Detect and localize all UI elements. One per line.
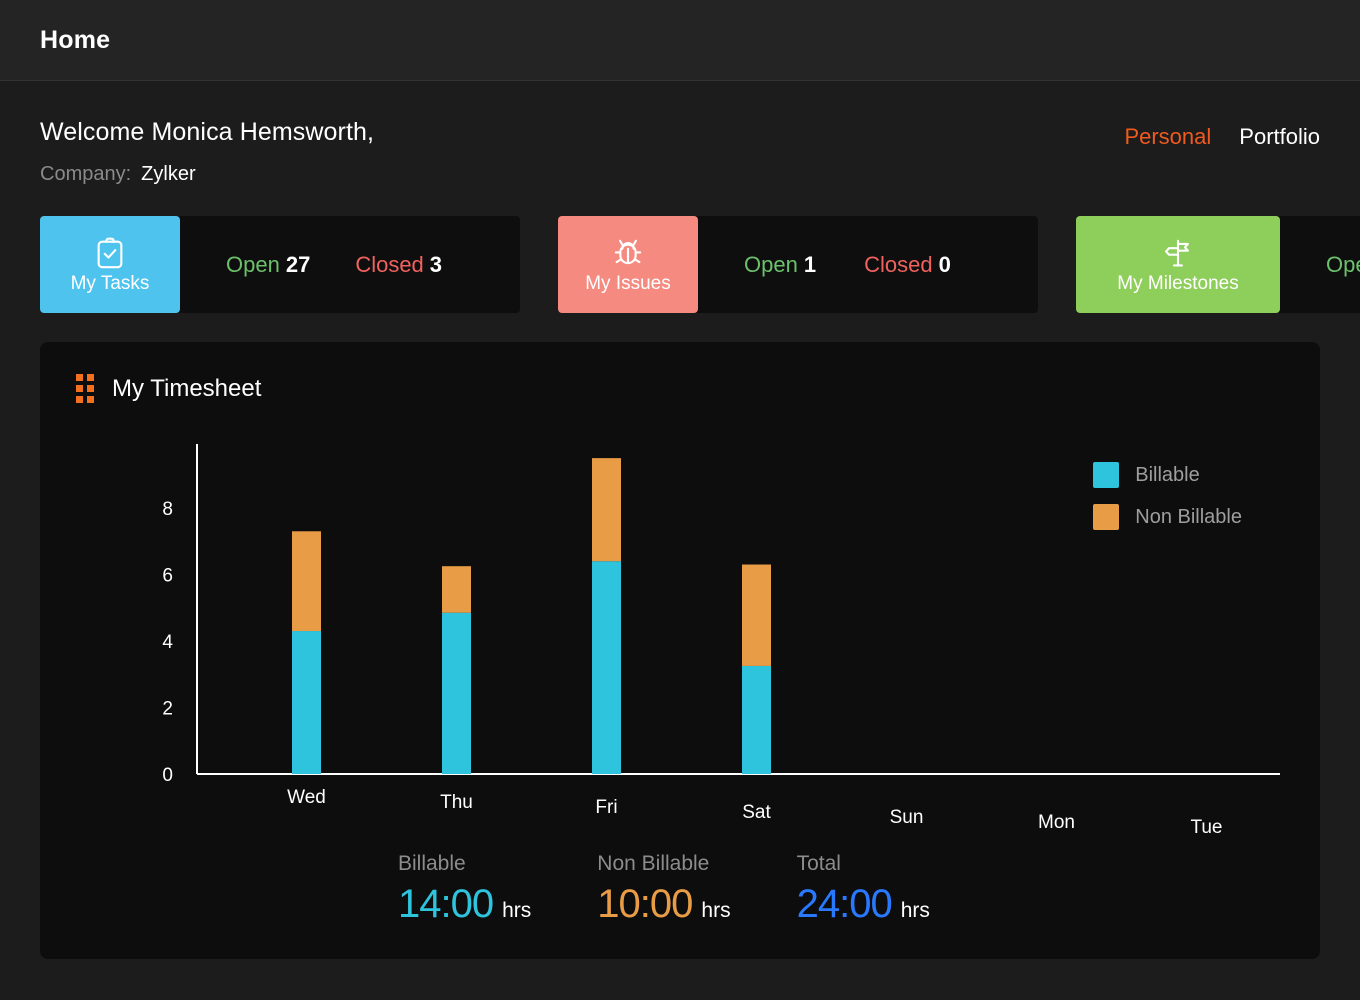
legend-label-billable: Billable [1135,464,1199,487]
total-overall-unit: hrs [901,899,930,923]
legend-item-non-billable: Non Billable [1093,504,1242,530]
card-tile-label: My Milestones [1117,272,1238,293]
card-my-issues[interactable]: My Issues Open1 Closed 0 [558,216,1038,313]
card-my-milestones[interactable]: My Milestones Open [1076,216,1360,313]
total-billable-label: Billable [398,852,531,876]
bar-segment-billable[interactable] [592,561,621,774]
y-axis-tick: 6 [162,566,173,587]
drag-grip-icon[interactable] [76,374,94,403]
legend-label-non-billable: Non Billable [1135,506,1242,529]
stat-closed-label: Closed [864,252,932,277]
total-overall-line: 24:00 hrs [797,882,930,927]
timesheet-chart: 0 2 4 6 8 Wed Thu Fri Sat Sun Mon Tue Billable Non … [40,438,1320,858]
total-billable-value: 14:00 [398,882,493,927]
timesheet-totals: Billable 14:00 hrs Non Billable 10:00 hr… [398,852,930,927]
bar-segment-billable[interactable] [742,666,771,774]
total-non-billable-value: 10:00 [597,882,692,927]
stat-closed-issues[interactable]: Closed 0 [864,252,951,278]
total-non-billable-label: Non Billable [597,852,730,876]
page-title: Home [40,26,110,55]
card-stats-my-tasks: Open27 Closed 3 [180,216,488,313]
total-non-billable: Non Billable 10:00 hrs [597,852,730,927]
view-switcher: Personal Portfolio [1124,118,1320,150]
stat-open-tasks[interactable]: Open27 [226,252,310,278]
x-axis-label: Wed [287,787,326,808]
clipboard-check-icon [93,236,127,270]
stat-open-label: Open [744,252,798,277]
summary-cards-row: My Tasks Open27 Closed3 [40,216,1360,313]
bar-segment-billable[interactable] [292,631,321,774]
x-axis-label: Thu [440,792,473,813]
x-axis-label: Sat [742,802,771,823]
x-axis-label: Tue [1190,817,1222,838]
legend-item-billable: Billable [1093,462,1242,488]
y-axis-tick: 2 [162,699,173,720]
bar-segment-non-billable[interactable] [442,566,471,613]
x-axis-label: Sun [890,807,924,828]
company-value: Zylker [141,163,195,186]
panel-header: My Timesheet [40,342,1320,403]
y-axis-tick: 0 [162,765,173,786]
total-overall-label: Total [797,852,930,876]
company-line: Company: Zylker [40,163,374,186]
stat-open-milestones[interactable]: Open [1326,252,1360,278]
panel-title: My Timesheet [112,375,261,403]
bar-segment-non-billable[interactable] [592,458,621,561]
y-axis-tick: 4 [162,632,173,653]
legend-swatch-billable [1093,462,1119,488]
total-billable: Billable 14:00 hrs [398,852,531,927]
bar-segment-billable[interactable] [442,613,471,774]
welcome-block: Welcome Monica Hemsworth, Company: Zylke… [40,118,374,186]
bar-segment-non-billable[interactable] [742,565,771,666]
stat-closed-value: 3 [430,252,442,277]
company-label: Company: [40,163,131,186]
card-tile-label: My Issues [585,272,671,293]
total-non-billable-line: 10:00 hrs [597,882,730,927]
card-stats-my-issues: Open1 Closed 0 [698,216,997,313]
main-content: Welcome Monica Hemsworth, Company: Zylke… [0,81,1360,959]
card-tile-my-issues[interactable]: My Issues [558,216,698,313]
total-billable-line: 14:00 hrs [398,882,531,927]
y-axis-tick: 8 [162,499,173,520]
card-tile-my-tasks[interactable]: My Tasks [40,216,180,313]
tab-personal[interactable]: Personal [1124,124,1211,150]
card-my-tasks[interactable]: My Tasks Open27 Closed 3 [40,216,520,313]
card-tile-label: My Tasks [71,272,150,293]
my-timesheet-panel: My Timesheet 0 2 4 6 8 Wed Thu Fri Sat Sun Mon Tue … [40,342,1320,959]
bug-icon [611,236,645,270]
stat-open-value: 1 [804,252,816,277]
stat-open-value: 27 [286,252,310,277]
total-overall-value: 24:00 [797,882,892,927]
top-bar: Home [0,0,1360,81]
stat-closed-tasks[interactable]: Closed 3 [355,252,442,278]
total-non-billable-unit: hrs [701,899,730,923]
welcome-row: Welcome Monica Hemsworth, Company: Zylke… [40,81,1320,186]
tab-portfolio[interactable]: Portfolio [1239,124,1320,150]
card-stats-my-milestones: Open [1280,216,1360,313]
bar-segment-non-billable[interactable] [292,531,321,631]
x-axis-label: Fri [595,797,617,818]
stat-closed-label: Closed [355,252,423,277]
chart-legend: Billable Non Billable [1093,462,1242,546]
card-tile-my-milestones[interactable]: My Milestones [1076,216,1280,313]
welcome-greeting: Welcome Monica Hemsworth, [40,118,374,147]
stat-open-label: Open [226,252,280,277]
total-billable-unit: hrs [502,899,531,923]
stat-closed-value: 0 [939,252,951,277]
stat-open-issues[interactable]: Open1 [744,252,816,278]
x-axis-label: Mon [1038,812,1075,833]
signpost-icon [1161,236,1195,270]
stat-open-label: Open [1326,252,1360,277]
legend-swatch-non-billable [1093,504,1119,530]
total-overall: Total 24:00 hrs [797,852,930,927]
